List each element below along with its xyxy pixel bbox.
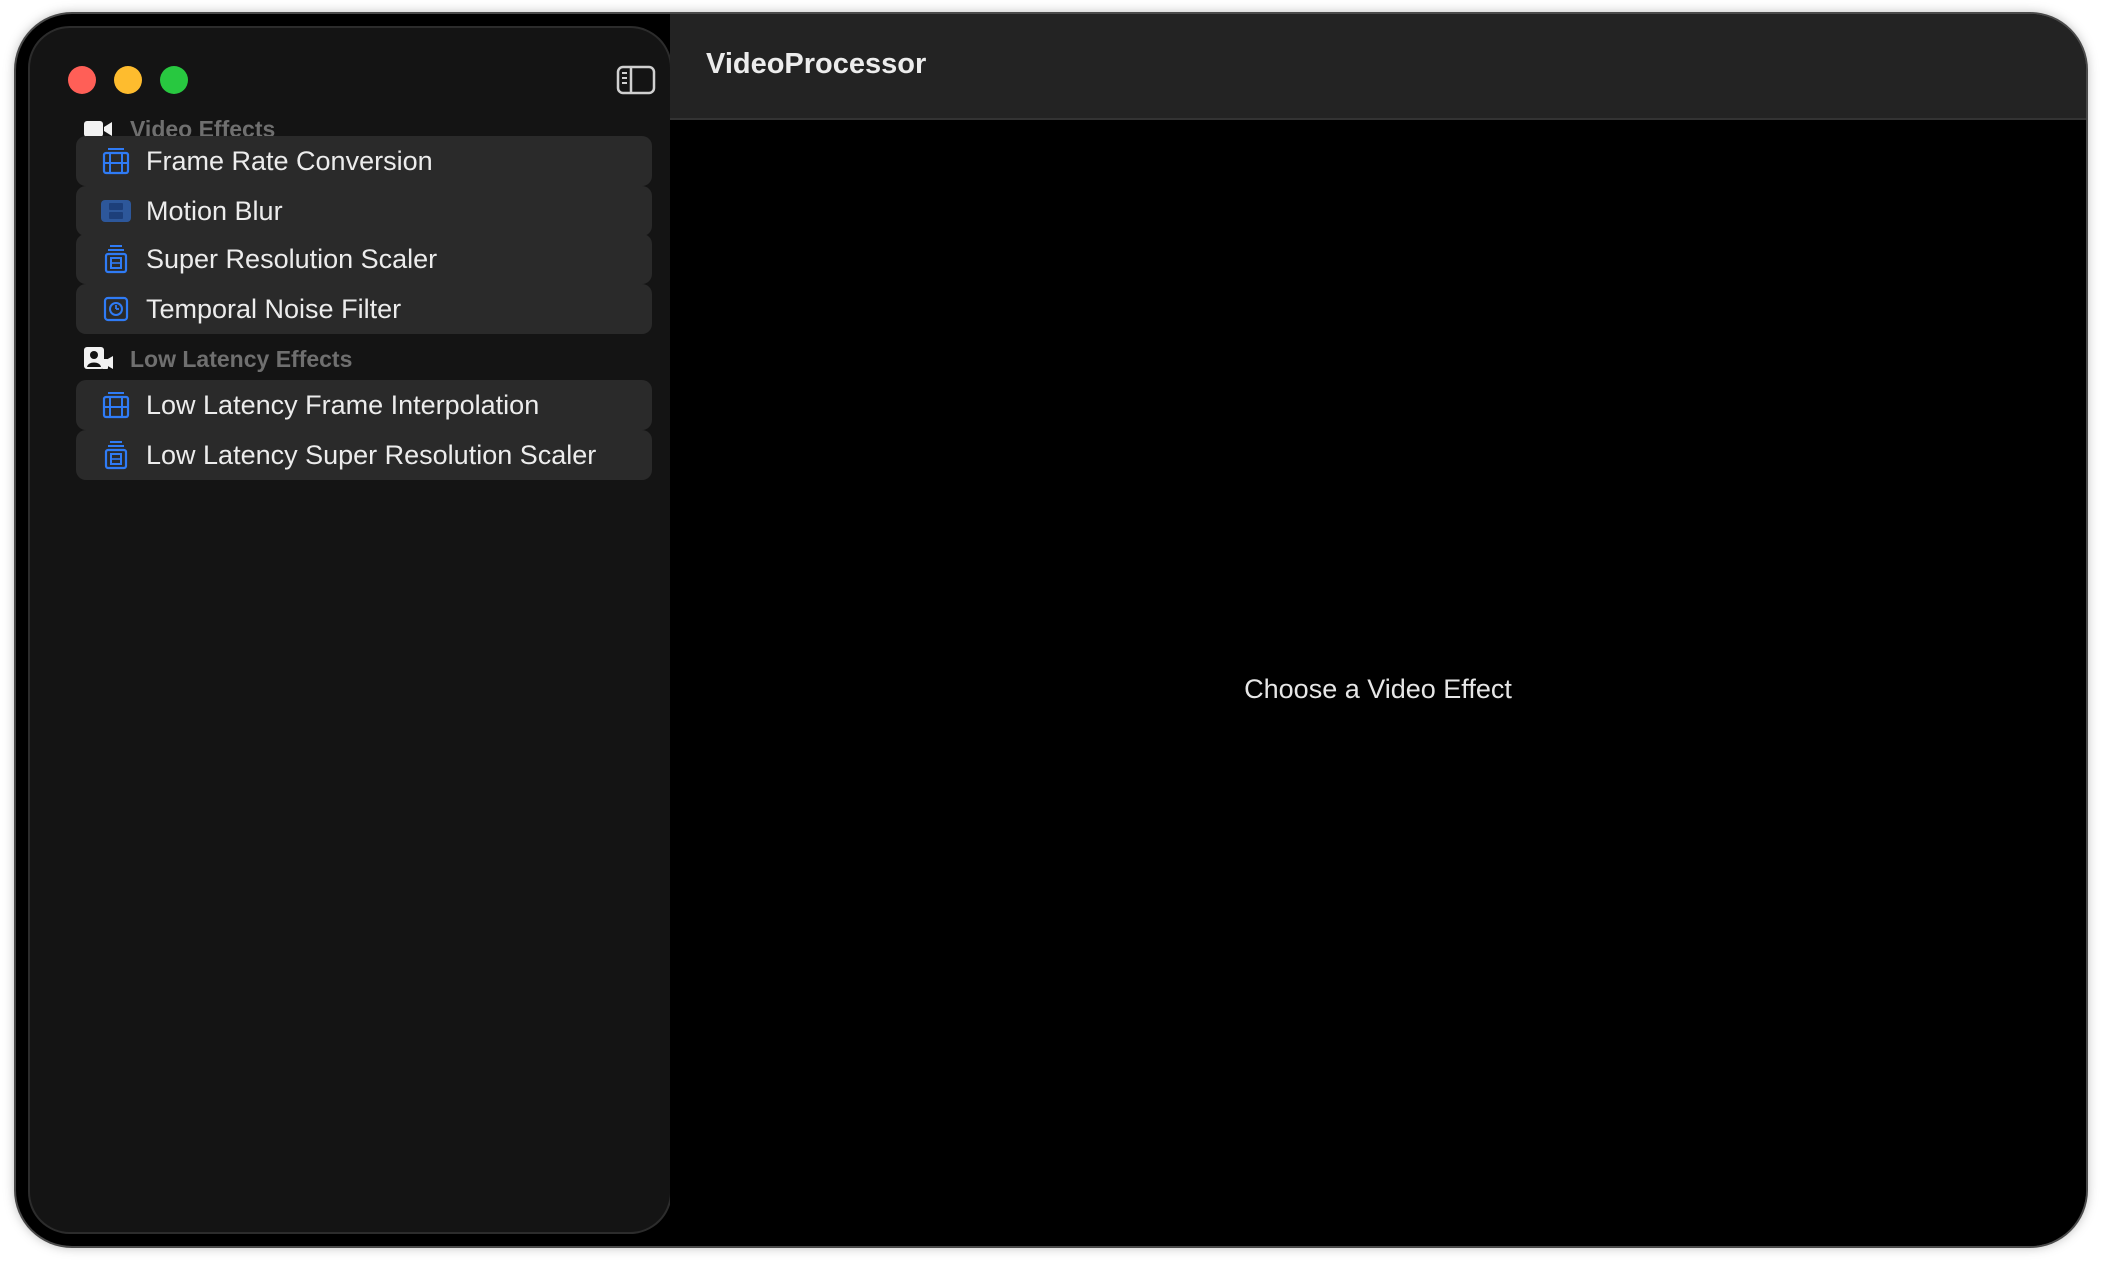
close-window-button[interactable] (68, 66, 96, 94)
timer-clock-icon (100, 294, 132, 324)
sidebar: Video Effects Frame Rate Conversion Moti… (30, 28, 670, 1232)
sidebar-item-label: Temporal Noise Filter (146, 293, 402, 324)
section-header-low-latency-effects: Low Latency Effects (82, 342, 352, 376)
sidebar-toggle-button[interactable] (616, 64, 656, 96)
sidebar-item-label: Low Latency Super Resolution Scaler (146, 439, 597, 470)
person-video-icon (82, 344, 114, 374)
film-frames-icon (100, 390, 132, 420)
sidebar-item-label: Low Latency Frame Interpolation (146, 389, 540, 420)
sidebar-item-label: Motion Blur (146, 195, 283, 226)
section-label: Low Latency Effects (130, 345, 353, 372)
film-stack-icon (100, 244, 132, 274)
sidebar-item-low-latency-frame-interpolation[interactable]: Low Latency Frame Interpolation (76, 380, 652, 430)
sidebar-item-motion-blur[interactable]: Motion Blur (76, 186, 652, 236)
sidebar-item-super-resolution-scaler[interactable]: Super Resolution Scaler (76, 234, 652, 284)
sidebar-item-frame-rate-conversion[interactable]: Frame Rate Conversion (76, 136, 652, 186)
sidebar-item-label: Super Resolution Scaler (146, 243, 438, 274)
empty-state-message: Choose a Video Effect (1244, 674, 1512, 704)
detail-pane: Choose a Video Effect (670, 120, 2086, 1246)
sidebar-toggle-icon (616, 65, 656, 95)
film-stack-icon (100, 440, 132, 470)
film-frames-icon (100, 146, 132, 176)
sidebar-item-temporal-noise-filter[interactable]: Temporal Noise Filter (76, 284, 652, 334)
window-title: VideoProcessor (706, 48, 927, 80)
maximize-window-button[interactable] (160, 66, 188, 94)
sidebar-item-low-latency-super-resolution-scaler[interactable]: Low Latency Super Resolution Scaler (76, 430, 652, 480)
app-window: Video Effects Frame Rate Conversion Moti… (16, 14, 2086, 1246)
film-strip-icon (100, 196, 132, 226)
minimize-window-button[interactable] (114, 66, 142, 94)
title-bar: VideoProcessor (670, 14, 2086, 120)
sidebar-item-label: Frame Rate Conversion (146, 145, 433, 176)
